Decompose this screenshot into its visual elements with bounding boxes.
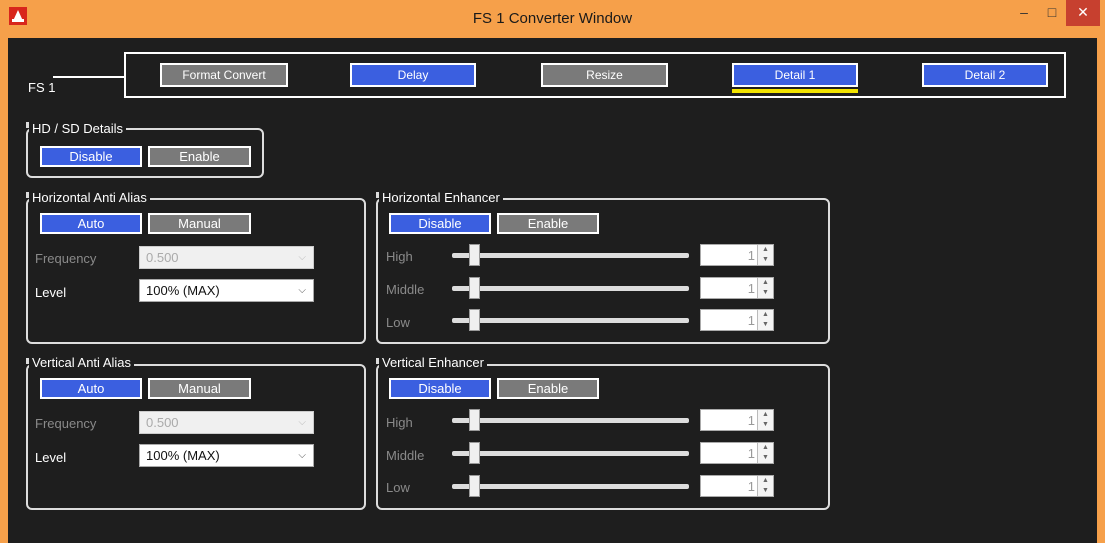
h-enh-low-spinbox[interactable]: 1 ▲ ▼ — [700, 309, 774, 331]
h-aa-auto-button[interactable]: Auto — [40, 213, 142, 234]
nav-format-convert[interactable]: Format Convert — [160, 63, 288, 87]
hdsd-title: HD / SD Details — [29, 122, 127, 136]
v-enh-high-label: High — [386, 415, 413, 430]
nav-delay[interactable]: Delay — [350, 63, 476, 87]
title-bar[interactable]: FS 1 Converter Window – □ ✕ — [0, 0, 1105, 38]
v-aa-auto-button[interactable]: Auto — [40, 378, 142, 399]
minimize-button[interactable]: – — [1010, 0, 1038, 26]
v-aa-level-value: 100% (MAX) — [146, 448, 220, 463]
spin-arrows-icon[interactable]: ▲ ▼ — [757, 278, 773, 298]
v-enh-middle-slider-track[interactable] — [452, 451, 689, 456]
h-enh-low-label: Low — [386, 315, 410, 330]
v-aa-level-select[interactable]: 100% (MAX) ⌵ — [139, 444, 314, 467]
h-enh-low-slider-thumb[interactable] — [469, 309, 480, 331]
nav-resize[interactable]: Resize — [541, 63, 668, 87]
chevron-down-icon: ⌵ — [298, 450, 306, 461]
spin-arrows-icon[interactable]: ▲ ▼ — [757, 245, 773, 265]
h-enh-high-value: 1 — [747, 248, 755, 263]
h-enh-enable-button[interactable]: Enable — [497, 213, 599, 234]
spin-arrows-icon[interactable]: ▲ ▼ — [757, 476, 773, 496]
hdsd-enable-button[interactable]: Enable — [148, 146, 251, 167]
v-enh-low-slider-thumb[interactable] — [469, 475, 480, 497]
v-enh-high-value: 1 — [747, 413, 755, 428]
spin-arrows-icon[interactable]: ▲ ▼ — [757, 410, 773, 430]
h-aa-level-value: 100% (MAX) — [146, 283, 220, 298]
nav-detail-1[interactable]: Detail 1 — [732, 63, 858, 87]
h-enh-high-slider-thumb[interactable] — [469, 244, 480, 266]
close-button[interactable]: ✕ — [1066, 0, 1100, 26]
h-aa-frequency-label: Frequency — [35, 251, 97, 266]
v-enh-middle-value: 1 — [747, 446, 755, 461]
h-enh-middle-slider-thumb[interactable] — [469, 277, 480, 299]
chevron-down-icon: ⌵ — [298, 285, 306, 296]
h-enh-middle-label: Middle — [386, 282, 425, 297]
converter-window: FS 1 Converter Window – □ ✕ FS 1 Format … — [0, 0, 1105, 543]
h-aa-manual-button[interactable]: Manual — [148, 213, 251, 234]
client-area: FS 1 Format Convert Delay Resize Detail … — [8, 38, 1097, 543]
v-enh-low-spinbox[interactable]: 1 ▲ ▼ — [700, 475, 774, 497]
h-aa-level-label: Level — [35, 285, 67, 300]
h-enh-low-slider-track[interactable] — [452, 318, 689, 323]
v-aa-frequency-select[interactable]: 0.500 ⌵ — [139, 411, 314, 434]
h-enh-middle-slider-track[interactable] — [452, 286, 689, 291]
chevron-down-icon: ⌵ — [298, 417, 306, 428]
v-enh-middle-label: Middle — [386, 448, 425, 463]
maximize-button[interactable]: □ — [1038, 0, 1066, 26]
v-enh-middle-slider-thumb[interactable] — [469, 442, 480, 464]
fs-label: FS 1 — [28, 80, 56, 95]
h-enh-disable-button[interactable]: Disable — [389, 213, 491, 234]
h-enh-high-spinbox[interactable]: 1 ▲ ▼ — [700, 244, 774, 266]
v-enh-disable-button[interactable]: Disable — [389, 378, 491, 399]
v-enh-middle-spinbox[interactable]: 1 ▲ ▼ — [700, 442, 774, 464]
h-enhancer-title: Horizontal Enhancer — [379, 191, 503, 205]
v-enh-high-slider-track[interactable] — [452, 418, 689, 423]
v-aa-manual-button[interactable]: Manual — [148, 378, 251, 399]
window-title: FS 1 Converter Window — [472, 10, 633, 27]
v-enh-enable-button[interactable]: Enable — [497, 378, 599, 399]
h-enh-high-label: High — [386, 249, 413, 264]
v-aa-frequency-value: 0.500 — [146, 415, 179, 430]
h-anti-alias-title: Horizontal Anti Alias — [29, 191, 150, 205]
h-enh-middle-value: 1 — [747, 281, 755, 296]
v-enhancer-title: Vertical Enhancer — [379, 356, 487, 370]
v-enh-high-slider-thumb[interactable] — [469, 409, 480, 431]
h-enh-high-slider-track[interactable] — [452, 253, 689, 258]
nav-detail-2[interactable]: Detail 2 — [922, 63, 1048, 87]
h-aa-frequency-value: 0.500 — [146, 250, 179, 265]
h-aa-level-select[interactable]: 100% (MAX) ⌵ — [139, 279, 314, 302]
v-enh-high-spinbox[interactable]: 1 ▲ ▼ — [700, 409, 774, 431]
v-enh-low-value: 1 — [747, 479, 755, 494]
chevron-down-icon: ⌵ — [298, 252, 306, 263]
v-aa-frequency-label: Frequency — [35, 416, 97, 431]
fs-connector-line — [53, 76, 125, 78]
nav-selected-underline — [732, 89, 858, 93]
v-aa-level-label: Level — [35, 450, 67, 465]
h-enh-low-value: 1 — [747, 313, 755, 328]
h-aa-frequency-select[interactable]: 0.500 ⌵ — [139, 246, 314, 269]
v-enh-low-slider-track[interactable] — [452, 484, 689, 489]
v-anti-alias-title: Vertical Anti Alias — [29, 356, 134, 370]
spin-arrows-icon[interactable]: ▲ ▼ — [757, 310, 773, 330]
v-enh-low-label: Low — [386, 480, 410, 495]
spin-arrows-icon[interactable]: ▲ ▼ — [757, 443, 773, 463]
hdsd-disable-button[interactable]: Disable — [40, 146, 142, 167]
h-enh-middle-spinbox[interactable]: 1 ▲ ▼ — [700, 277, 774, 299]
